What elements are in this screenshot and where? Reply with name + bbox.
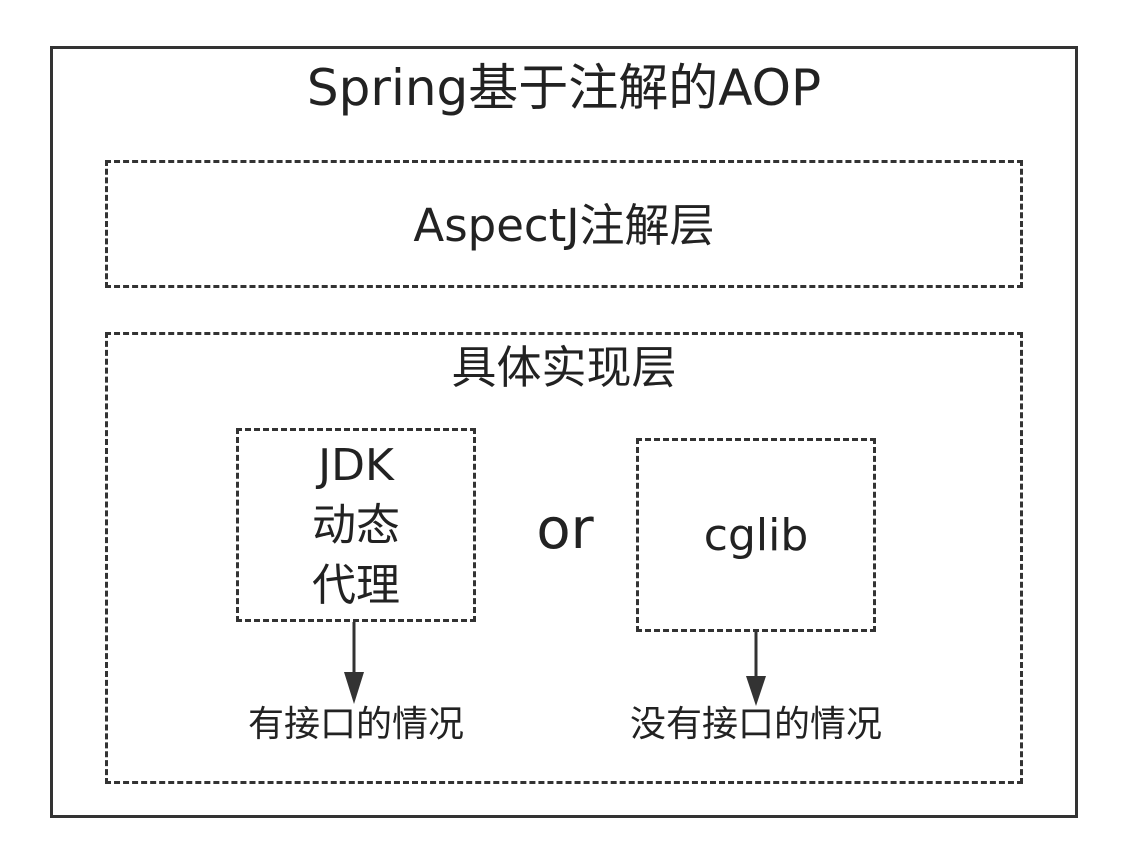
or-connector: or [536, 497, 594, 562]
aspectj-layer-label: AspectJ注解层 [413, 199, 715, 252]
jdk-proxy-line-1: JDK [318, 440, 394, 491]
jdk-proxy-line-3: 代理 [312, 560, 400, 611]
jdk-case-label: 有接口的情况 [247, 704, 464, 745]
diagram-title: Spring基于注解的AOP [306, 59, 822, 117]
jdk-proxy-label: JDK 动态 代理 [236, 436, 476, 616]
jdk-proxy-line-2: 动态 [312, 500, 400, 551]
cglib-case-label: 没有接口的情况 [629, 704, 882, 745]
cglib-label: cglib [703, 510, 809, 561]
impl-layer-label: 具体实现层 [451, 341, 677, 394]
